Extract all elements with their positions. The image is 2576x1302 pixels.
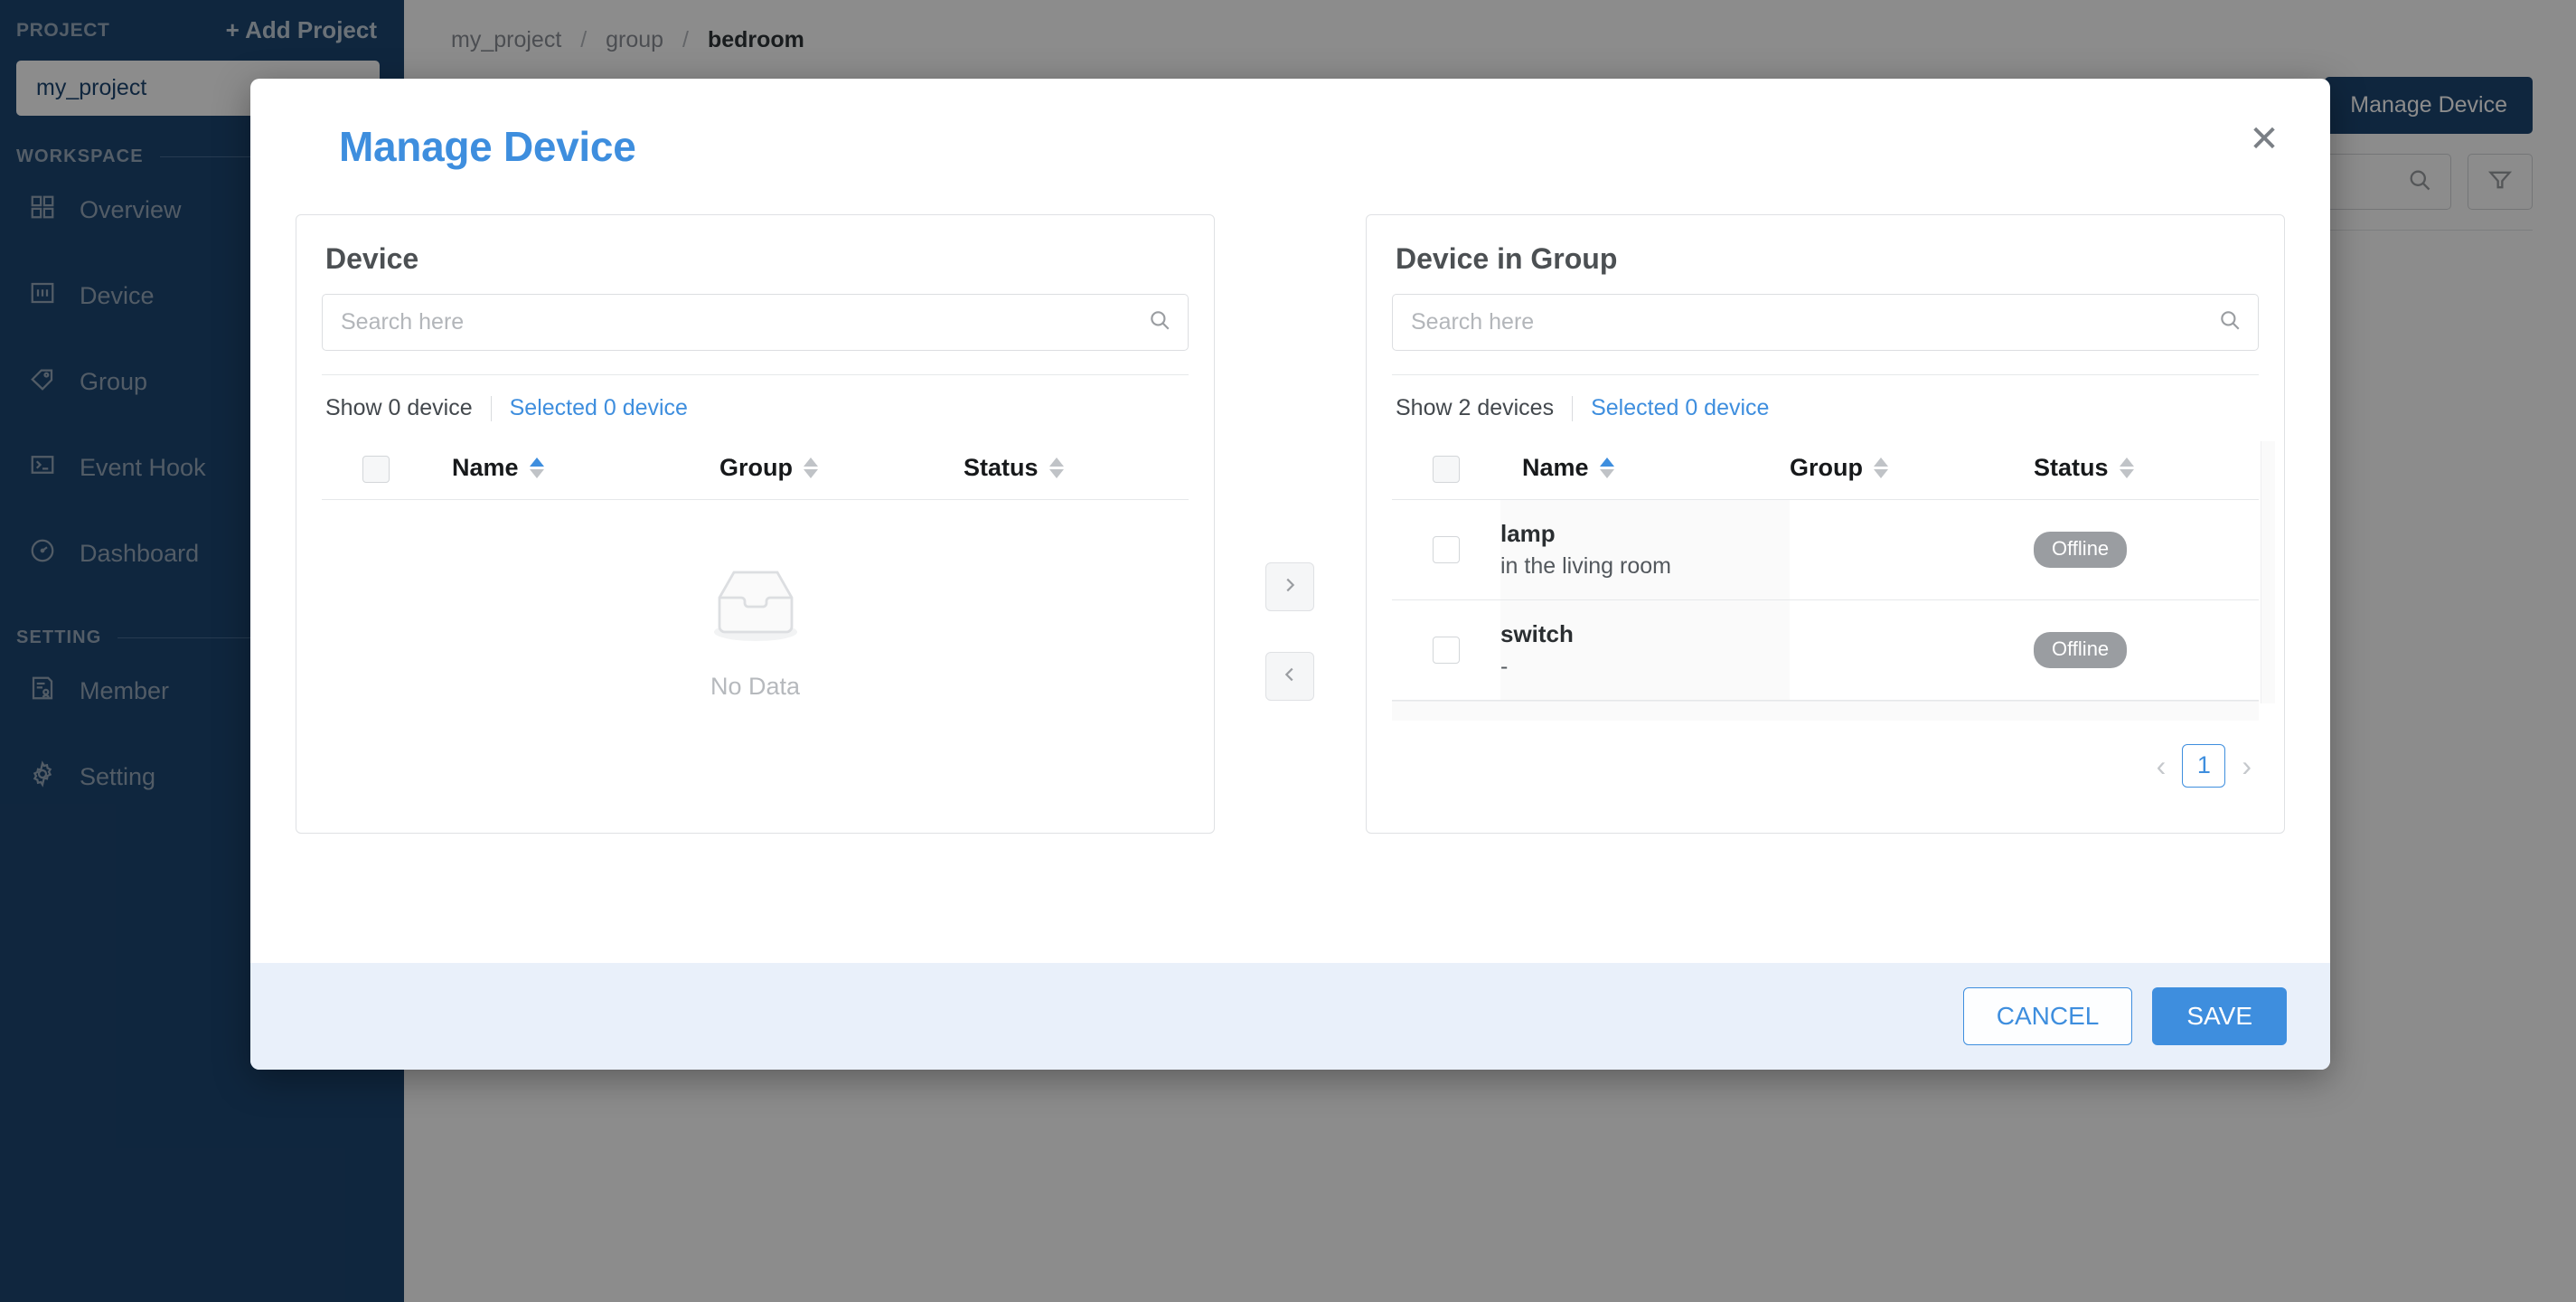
selected-count-link[interactable]: Selected 0 device <box>510 395 688 421</box>
remove-from-group-button[interactable] <box>1265 652 1315 701</box>
vertical-scrollbar[interactable] <box>2260 441 2275 703</box>
row-name-cell: lamp in the living room <box>1500 499 1790 600</box>
save-button[interactable]: SAVE <box>2152 987 2287 1045</box>
sort-arrows-name[interactable] <box>1599 458 1614 479</box>
column-header-label: Group <box>719 454 793 482</box>
table-header-row: Name Group Status <box>322 441 1189 500</box>
device-counts: Show 0 device Selected 0 device <box>322 375 1189 421</box>
row-status-cell: Offline <box>2033 599 2259 701</box>
select-all-header <box>322 441 430 500</box>
device-description: in the living room <box>1500 552 1671 579</box>
column-header-label: Name <box>1521 454 1589 482</box>
device-in-group-search-input[interactable] <box>1410 309 2218 335</box>
search-icon <box>2218 308 2242 336</box>
device-search-box[interactable] <box>322 294 1189 351</box>
table-row[interactable]: lamp in the living room Offline <box>1391 499 2259 600</box>
device-description: - <box>1500 653 1509 679</box>
device-in-group-table-body: lamp in the living room Offline switch - Offl… <box>1391 499 2259 701</box>
sort-arrows-status[interactable] <box>2119 458 2134 479</box>
device-name: lamp <box>1500 519 1556 547</box>
row-name-cell: switch - <box>1500 599 1790 701</box>
column-header-label: Group <box>1789 454 1863 482</box>
device-in-group-table: Name Group Status lamp in the living roo… <box>1391 441 2259 701</box>
modal-title: Manage Device <box>339 123 636 170</box>
select-all-checkbox[interactable] <box>1432 455 1460 483</box>
table-scroll-area: Name Group Status lamp in the living roo… <box>1391 441 2275 721</box>
column-header-status[interactable]: Status <box>2033 441 2259 500</box>
device-panel: Device Show 0 device Selected 0 device <box>296 214 1215 834</box>
modal-footer: CANCEL SAVE <box>250 963 2330 1070</box>
column-header-label: Status <box>964 454 1039 482</box>
device-in-group-counts: Show 2 devices Selected 0 device <box>1392 375 2259 421</box>
row-group-cell <box>1789 499 2034 600</box>
column-header-group[interactable]: Group <box>1789 441 2034 500</box>
row-group-cell <box>1789 599 2034 701</box>
pagination: ‹ 1 › <box>1392 721 2259 788</box>
divider <box>490 395 492 421</box>
status-badge: Offline <box>2033 631 2128 668</box>
cancel-button[interactable]: CANCEL <box>1962 987 2133 1045</box>
chevron-right-icon <box>1280 575 1300 599</box>
show-count-text: Show 0 device <box>325 395 473 420</box>
status-badge: Offline <box>2033 531 2128 568</box>
device-search-input[interactable] <box>341 309 1148 335</box>
sort-arrows-group[interactable] <box>1873 458 1888 479</box>
row-status-cell: Offline <box>2033 499 2259 600</box>
chevron-left-icon[interactable]: ‹ <box>2157 751 2167 780</box>
column-header-status[interactable]: Status <box>964 441 1189 500</box>
device-transfer: Device Show 0 device Selected 0 device <box>294 214 2287 834</box>
empty-state-label: No Data <box>710 672 801 700</box>
selected-count-link[interactable]: Selected 0 device <box>1591 395 1769 421</box>
device-in-group-panel-title: Device in Group <box>1395 242 1618 275</box>
divider <box>1572 395 1574 421</box>
transfer-buttons <box>1215 214 1366 701</box>
show-count-text: Show 2 devices <box>1395 395 1555 420</box>
search-icon <box>1148 308 1171 336</box>
horizontal-scrollbar[interactable] <box>1391 700 2259 721</box>
device-panel-title: Device <box>325 242 419 275</box>
manage-device-modal: Manage Device ✕ Device Show 0 device Sel… <box>250 79 2330 1070</box>
inbox-icon <box>698 558 813 653</box>
table-row[interactable]: switch - Offline <box>1391 599 2259 701</box>
column-header-group[interactable]: Group <box>719 441 964 500</box>
column-header-label: Name <box>452 454 519 482</box>
empty-state: No Data <box>322 500 1189 701</box>
chevron-right-icon[interactable]: › <box>2242 751 2252 780</box>
chevron-left-icon <box>1280 665 1300 689</box>
column-header-name[interactable]: Name <box>1500 441 1790 500</box>
row-checkbox-cell <box>1391 599 1500 701</box>
sort-arrows-status[interactable] <box>1048 458 1064 479</box>
move-to-group-button[interactable] <box>1265 562 1315 611</box>
row-checkbox-cell <box>1391 499 1500 600</box>
sort-arrows-group[interactable] <box>804 458 818 479</box>
select-all-header <box>1391 441 1500 500</box>
row-checkbox[interactable] <box>1432 636 1460 664</box>
device-name: switch <box>1500 619 1574 647</box>
select-all-checkbox[interactable] <box>362 455 390 483</box>
column-header-label: Status <box>2033 454 2109 482</box>
device-in-group-search-box[interactable] <box>1391 294 2259 351</box>
device-in-group-panel: Device in Group Show 2 devices Selected … <box>1365 214 2285 834</box>
table-header-row: Name Group Status <box>1391 441 2259 500</box>
page-number-1[interactable]: 1 <box>2182 743 2226 788</box>
device-table: Name Group Status <box>322 441 1189 500</box>
close-icon[interactable]: ✕ <box>2240 115 2289 164</box>
modal-body: Manage Device ✕ Device Show 0 device Sel… <box>250 79 2330 963</box>
row-checkbox[interactable] <box>1432 535 1460 563</box>
column-header-name[interactable]: Name <box>430 441 719 500</box>
sort-arrows-name[interactable] <box>529 458 544 479</box>
